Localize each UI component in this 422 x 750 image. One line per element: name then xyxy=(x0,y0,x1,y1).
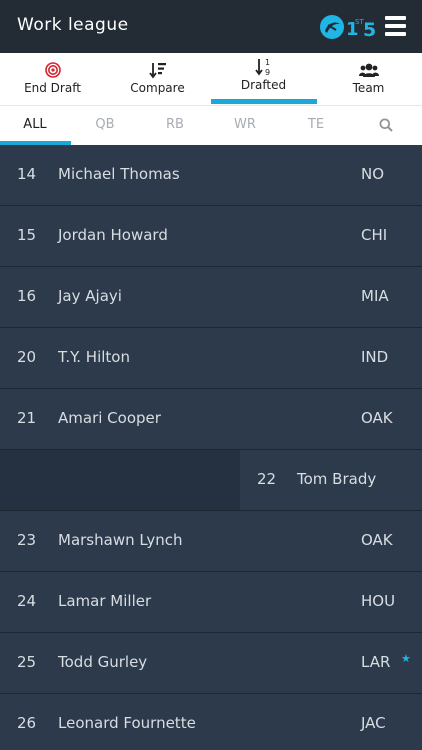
player-name: Amari Cooper xyxy=(58,409,161,427)
pick-number: 16 xyxy=(17,287,37,305)
player-name: Lamar Miller xyxy=(58,592,152,610)
player-team: HOU xyxy=(361,592,396,610)
end-draft-button[interactable]: End Draft xyxy=(0,53,105,105)
app-logo: 1 ST 5 xyxy=(320,15,376,41)
app-header: Work league 1 ST 5 xyxy=(0,0,422,53)
player-name: T.Y. Hilton xyxy=(58,348,130,366)
svg-text:9: 9 xyxy=(265,68,270,77)
player-name: Jordan Howard xyxy=(58,226,168,244)
pick-number: 23 xyxy=(17,531,37,549)
pick-row[interactable]: 16 Jay Ajayi MIA xyxy=(0,267,422,328)
target-icon xyxy=(0,61,105,79)
player-team: LAR xyxy=(361,653,391,671)
draft-toolbar: End Draft Compare 1 9 Drafted Team xyxy=(0,53,422,105)
pick-row[interactable]: 20 T.Y. Hilton IND xyxy=(0,328,422,389)
pick-number: 25 xyxy=(17,653,37,671)
pick-number: 20 xyxy=(17,348,37,366)
filter-all[interactable]: ALL xyxy=(0,106,70,146)
search-icon xyxy=(379,118,393,132)
drafted-players-list: 14 Michael Thomas NO 15 Jordan Howard CH… xyxy=(0,145,422,750)
filter-wr[interactable]: WR xyxy=(210,106,280,146)
active-tab-indicator xyxy=(211,99,317,104)
pick-number: 24 xyxy=(17,592,37,610)
player-team: IND xyxy=(361,348,389,366)
drafted-label: Drafted xyxy=(240,78,287,92)
player-team: JAC xyxy=(361,714,386,732)
my-pick-shade xyxy=(0,450,240,510)
end-draft-label: End Draft xyxy=(24,81,81,95)
player-team: CHI xyxy=(361,226,388,244)
compare-button[interactable]: Compare xyxy=(105,53,210,105)
drafted-tab[interactable]: 1 9 Drafted xyxy=(211,53,316,105)
pick-row[interactable]: 21 Amari Cooper OAK xyxy=(0,389,422,450)
filter-qb[interactable]: QB xyxy=(70,106,140,146)
player-name: Tom Brady xyxy=(297,470,377,488)
pick-row[interactable]: 24 Lamar Miller HOU xyxy=(0,572,422,633)
player-team: NO xyxy=(361,165,385,183)
pick-row[interactable]: 25 Todd Gurley LAR ★ xyxy=(0,633,422,694)
team-label: Team xyxy=(352,81,385,95)
player-team: OAK xyxy=(361,409,393,427)
filter-rb[interactable]: RB xyxy=(140,106,210,146)
sort-numeric-icon: 1 9 xyxy=(211,58,316,77)
player-name: Todd Gurley xyxy=(58,653,148,671)
my-pick-row[interactable]: 22 Tom Brady xyxy=(0,450,422,511)
player-team: OAK xyxy=(361,531,393,549)
position-filter-bar: ALL QB RB WR TE xyxy=(0,105,422,145)
pick-number: 26 xyxy=(17,714,37,732)
pick-row[interactable]: 23 Marshawn Lynch OAK xyxy=(0,511,422,572)
pick-number: 22 xyxy=(257,470,277,488)
star-icon: ★ xyxy=(401,652,411,665)
pick-number: 14 xyxy=(17,165,37,183)
pick-row[interactable]: 14 Michael Thomas NO xyxy=(0,145,422,206)
player-team: MIA xyxy=(361,287,389,305)
svg-text:5: 5 xyxy=(363,19,376,41)
pick-number: 15 xyxy=(17,226,37,244)
sort-compare-icon xyxy=(105,61,210,79)
pick-row[interactable]: 26 Leonard Fournette JAC xyxy=(0,694,422,750)
player-name: Marshawn Lynch xyxy=(58,531,183,549)
users-icon xyxy=(316,61,421,79)
pick-row[interactable]: 15 Jordan Howard CHI xyxy=(0,206,422,267)
svg-text:1: 1 xyxy=(265,58,270,67)
player-name: Michael Thomas xyxy=(58,165,180,183)
filter-te[interactable]: TE xyxy=(281,106,351,146)
team-button[interactable]: Team xyxy=(316,53,421,105)
pick-number: 21 xyxy=(17,409,37,427)
league-title: Work league xyxy=(17,15,129,35)
hamburger-menu-icon[interactable] xyxy=(385,16,406,36)
search-button[interactable] xyxy=(351,106,421,146)
player-name: Leonard Fournette xyxy=(58,714,196,732)
compare-label: Compare xyxy=(130,81,185,95)
player-name: Jay Ajayi xyxy=(58,287,122,305)
